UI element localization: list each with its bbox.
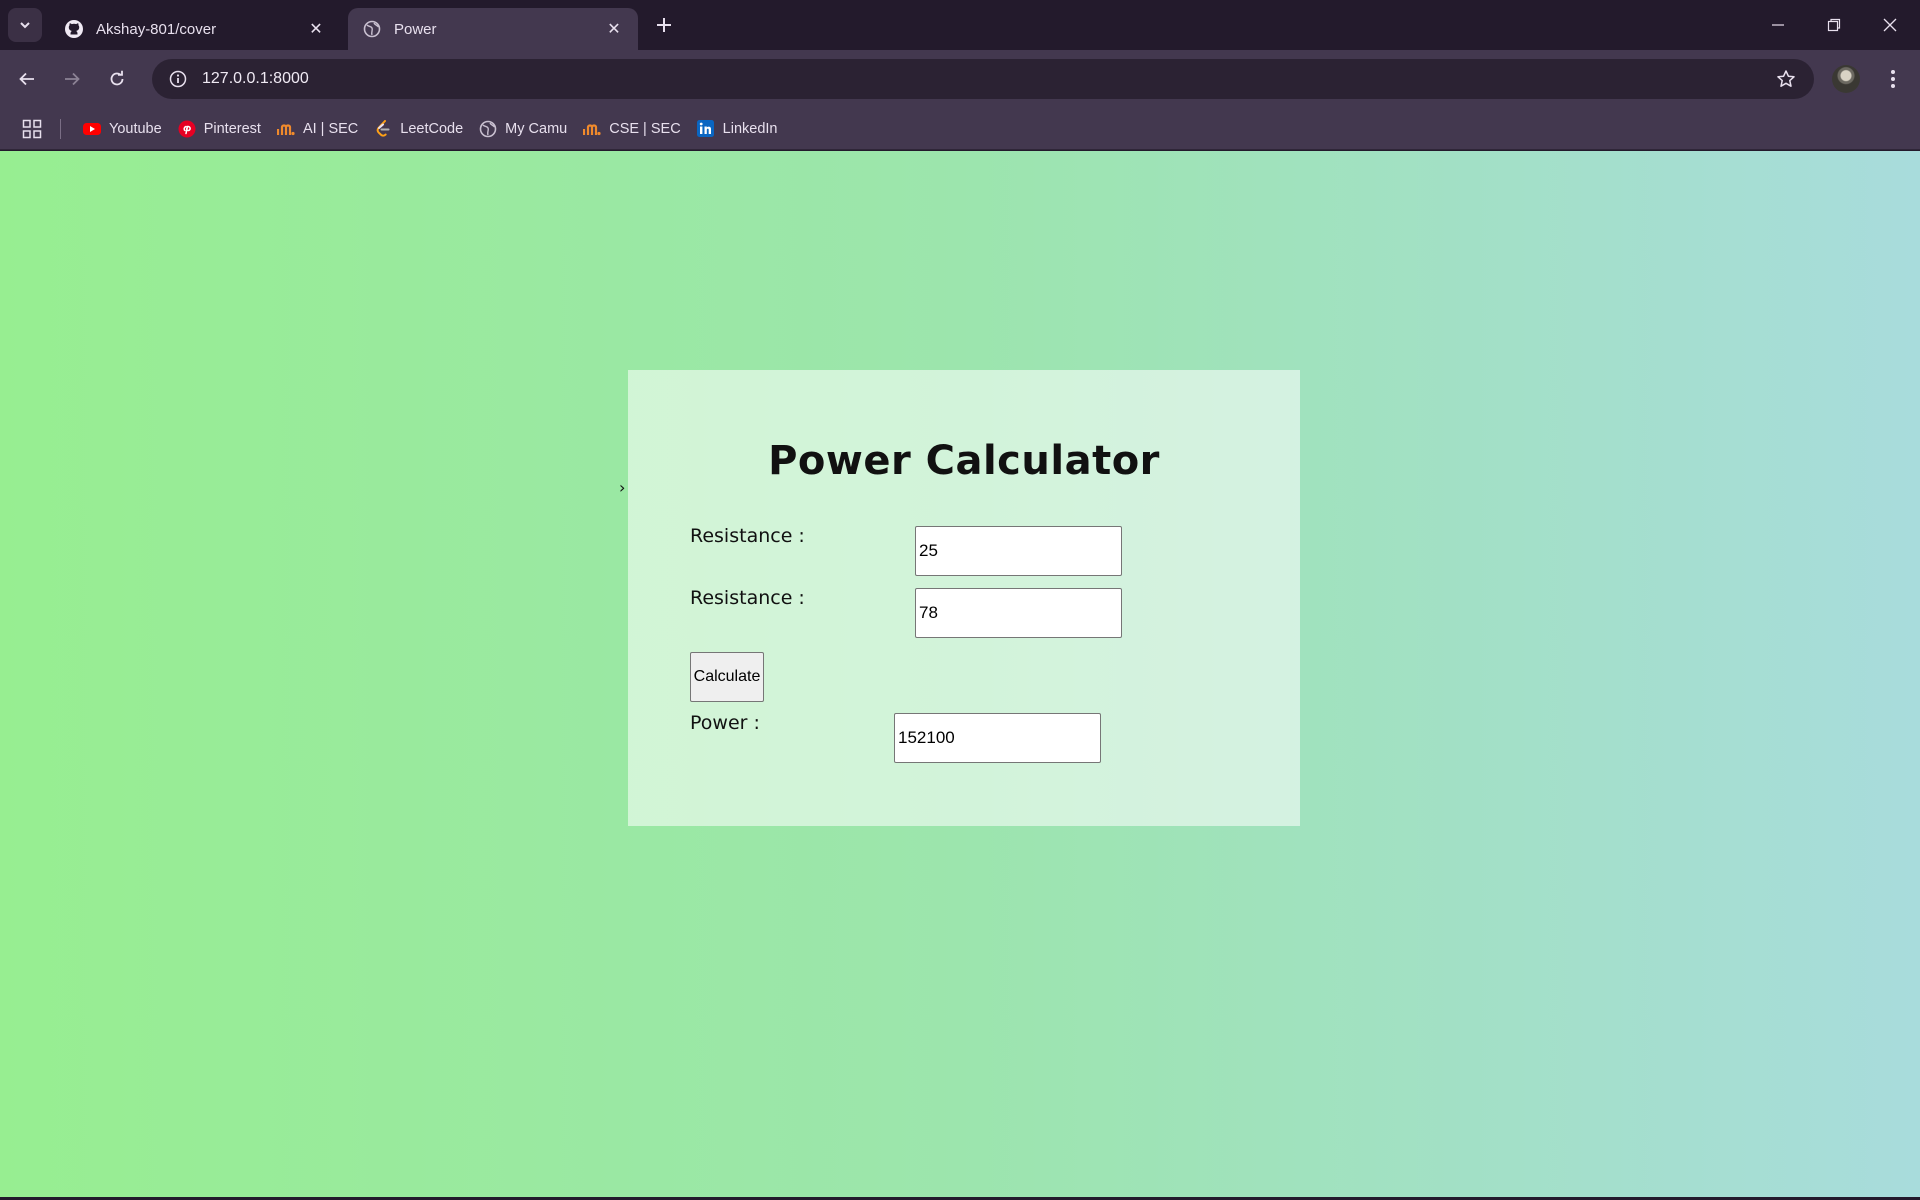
github-icon	[64, 19, 84, 39]
forward-button[interactable]	[55, 62, 89, 96]
site-info-icon[interactable]	[158, 59, 198, 99]
globe-icon	[479, 120, 497, 138]
arrow-left-icon	[19, 72, 34, 86]
bookmark-leetcode[interactable]: LeetCode	[366, 114, 471, 144]
bookmark-label: LeetCode	[400, 120, 464, 137]
close-icon[interactable]: ✕	[604, 19, 624, 39]
bookmarks-divider	[60, 118, 61, 139]
bookmark-youtube[interactable]: Youtube	[75, 114, 170, 144]
chevron-right-icon: ›	[619, 478, 626, 497]
bookmark-label: CSE | SEC	[609, 120, 681, 137]
close-icon	[1883, 18, 1897, 32]
browser-menu-button[interactable]	[1876, 62, 1910, 96]
camu-icon	[276, 120, 295, 138]
bookmark-label: My Camu	[505, 120, 568, 137]
globe-icon	[362, 19, 382, 39]
more-vertical-icon	[1891, 70, 1895, 88]
bookmark-label: Youtube	[109, 120, 162, 137]
minimize-icon	[1772, 24, 1784, 26]
youtube-icon	[83, 120, 101, 138]
bookmarks-bar: Youtube Pinterest AI | SEC LeetCode My C…	[0, 108, 1920, 150]
back-button[interactable]	[10, 62, 44, 96]
page-viewport: › Power Calculator Resistance : Resistan…	[0, 151, 1920, 1197]
bookmark-label: LinkedIn	[722, 120, 778, 137]
profile-avatar[interactable]	[1832, 65, 1860, 93]
tab-power[interactable]: Power ✕	[348, 8, 638, 50]
tab-title: Power	[394, 20, 437, 38]
resistance-2-label: Resistance :	[690, 587, 805, 609]
apps-grid-icon[interactable]	[20, 117, 44, 141]
chevron-down-icon	[20, 22, 30, 29]
tab-search-button[interactable]	[8, 8, 42, 42]
power-label: Power :	[690, 712, 760, 734]
linkedin-icon	[697, 120, 715, 138]
page-title: Power Calculator	[768, 438, 1160, 484]
camu-icon	[583, 120, 601, 138]
leetcode-icon	[374, 119, 392, 138]
address-bar[interactable]: 127.0.0.1:8000	[152, 59, 1814, 99]
calculator-card: Power Calculator Resistance : Resistance…	[628, 370, 1300, 826]
plus-icon	[657, 18, 671, 32]
pinterest-icon	[178, 120, 196, 138]
bookmark-linkedin[interactable]: LinkedIn	[689, 114, 786, 144]
bookmark-ai-sec[interactable]: AI | SEC	[269, 114, 366, 144]
tab-strip: Akshay-801/cover ✕ Power ✕	[0, 0, 1920, 50]
power-output[interactable]	[894, 713, 1101, 763]
url-text: 127.0.0.1:8000	[202, 70, 309, 87]
bookmark-label: AI | SEC	[302, 120, 359, 137]
new-tab-button[interactable]	[650, 11, 678, 39]
restore-icon	[1827, 18, 1841, 32]
resistance-1-label: Resistance :	[690, 525, 805, 547]
close-window-button[interactable]	[1862, 0, 1918, 50]
resistance-1-input[interactable]	[915, 526, 1122, 576]
bookmark-cse-sec[interactable]: CSE | SEC	[575, 114, 688, 144]
tab-github[interactable]: Akshay-801/cover ✕	[50, 8, 340, 50]
minimize-button[interactable]	[1750, 0, 1806, 50]
bookmark-star-icon[interactable]	[1766, 59, 1806, 99]
bookmark-label: Pinterest	[203, 120, 261, 137]
reload-icon	[110, 70, 124, 86]
calculate-button[interactable]: Calculate	[690, 652, 764, 702]
bookmark-pinterest[interactable]: Pinterest	[170, 114, 269, 144]
reload-button[interactable]	[100, 62, 134, 96]
bookmark-my-camu[interactable]: My Camu	[471, 114, 575, 144]
close-icon[interactable]: ✕	[306, 19, 326, 39]
tab-title: Akshay-801/cover	[96, 20, 217, 38]
resistance-2-input[interactable]	[915, 588, 1122, 638]
arrow-right-icon	[65, 72, 80, 86]
restore-button[interactable]	[1806, 0, 1862, 50]
browser-toolbar: 127.0.0.1:8000	[0, 50, 1920, 108]
